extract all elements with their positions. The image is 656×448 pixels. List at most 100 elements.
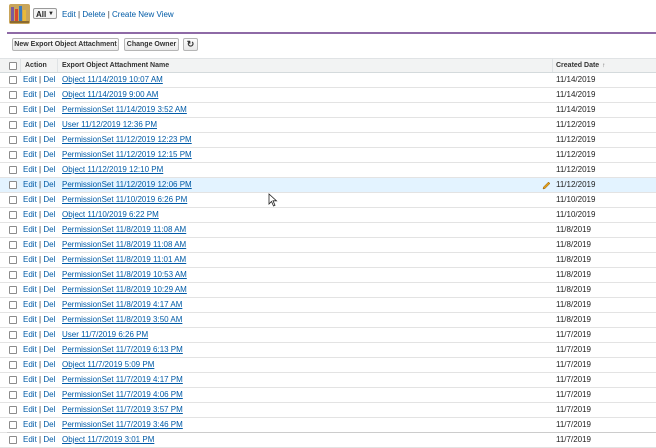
edit-row-link[interactable]: Edit — [23, 255, 37, 264]
delete-row-link[interactable]: Del — [43, 180, 55, 189]
record-name-link[interactable]: User 11/12/2019 12:36 PM — [62, 118, 157, 132]
record-name-link[interactable]: PermissionSet 11/7/2019 3:57 PM — [62, 403, 183, 417]
change-owner-button[interactable]: Change Owner — [124, 38, 179, 51]
edit-row-link[interactable]: Edit — [23, 270, 37, 279]
record-name-link[interactable]: Object 11/10/2019 6:22 PM — [62, 208, 159, 222]
delete-row-link[interactable]: Del — [43, 240, 55, 249]
edit-row-link[interactable]: Edit — [23, 90, 37, 99]
delete-row-link[interactable]: Del — [43, 120, 55, 129]
record-name-link[interactable]: PermissionSet 11/7/2019 4:06 PM — [62, 388, 183, 402]
edit-row-link[interactable]: Edit — [23, 135, 37, 144]
delete-row-link[interactable]: Del — [43, 345, 55, 354]
row-checkbox[interactable] — [9, 271, 17, 279]
edit-row-link[interactable]: Edit — [23, 360, 37, 369]
select-all-checkbox[interactable] — [9, 62, 17, 70]
edit-row-link[interactable]: Edit — [23, 180, 37, 189]
edit-row-link[interactable]: Edit — [23, 315, 37, 324]
row-checkbox[interactable] — [9, 406, 17, 414]
row-checkbox[interactable] — [9, 301, 17, 309]
delete-row-link[interactable]: Del — [43, 285, 55, 294]
delete-row-link[interactable]: Del — [43, 195, 55, 204]
new-export-object-attachment-button[interactable]: New Export Object Attachment — [12, 38, 119, 51]
delete-row-link[interactable]: Del — [43, 330, 55, 339]
delete-row-link[interactable]: Del — [43, 150, 55, 159]
delete-row-link[interactable]: Del — [43, 420, 55, 429]
record-name-link[interactable]: Object 11/14/2019 10:07 AM — [62, 73, 163, 87]
delete-row-link[interactable]: Del — [43, 105, 55, 114]
record-name-link[interactable]: PermissionSet 11/8/2019 4:17 AM — [62, 298, 182, 312]
row-checkbox[interactable] — [9, 226, 17, 234]
refresh-icon[interactable]: ↻ — [183, 38, 198, 51]
row-checkbox[interactable] — [9, 331, 17, 339]
row-checkbox[interactable] — [9, 106, 17, 114]
delete-row-link[interactable]: Del — [43, 300, 55, 309]
record-name-link[interactable]: PermissionSet 11/14/2019 3:52 AM — [62, 103, 187, 117]
record-name-link[interactable]: PermissionSet 11/7/2019 3:46 PM — [62, 418, 183, 432]
record-name-link[interactable]: PermissionSet 11/8/2019 11:01 AM — [62, 253, 186, 267]
edit-row-link[interactable]: Edit — [23, 210, 37, 219]
edit-row-link[interactable]: Edit — [23, 120, 37, 129]
edit-row-link[interactable]: Edit — [23, 240, 37, 249]
edit-row-link[interactable]: Edit — [23, 105, 37, 114]
delete-row-link[interactable]: Del — [43, 165, 55, 174]
delete-row-link[interactable]: Del — [43, 75, 55, 84]
delete-row-link[interactable]: Del — [43, 210, 55, 219]
row-checkbox[interactable] — [9, 76, 17, 84]
record-name-link[interactable]: PermissionSet 11/8/2019 11:08 AM — [62, 238, 186, 252]
edit-row-link[interactable]: Edit — [23, 165, 37, 174]
row-checkbox[interactable] — [9, 181, 17, 189]
edit-row-link[interactable]: Edit — [23, 75, 37, 84]
edit-row-link[interactable]: Edit — [23, 390, 37, 399]
record-name-link[interactable]: User 11/7/2019 6:26 PM — [62, 328, 148, 342]
pencil-edit-icon[interactable] — [542, 181, 551, 190]
row-checkbox[interactable] — [9, 151, 17, 159]
edit-row-link[interactable]: Edit — [23, 435, 37, 444]
record-name-link[interactable]: Object 11/7/2019 3:01 PM — [62, 433, 154, 447]
row-checkbox[interactable] — [9, 196, 17, 204]
delete-row-link[interactable]: Del — [43, 225, 55, 234]
delete-row-link[interactable]: Del — [43, 315, 55, 324]
delete-row-link[interactable]: Del — [43, 390, 55, 399]
delete-row-link[interactable]: Del — [43, 435, 55, 444]
record-name-link[interactable]: PermissionSet 11/10/2019 6:26 PM — [62, 193, 187, 207]
edit-view-link[interactable]: Edit — [62, 10, 76, 19]
record-name-link[interactable]: Object 11/7/2019 5:09 PM — [62, 358, 154, 372]
record-name-link[interactable]: PermissionSet 11/8/2019 3:50 AM — [62, 313, 182, 327]
create-new-view-link[interactable]: Create New View — [112, 10, 174, 19]
edit-row-link[interactable]: Edit — [23, 195, 37, 204]
record-name-link[interactable]: PermissionSet 11/12/2019 12:15 PM — [62, 148, 192, 162]
row-checkbox[interactable] — [9, 421, 17, 429]
record-name-link[interactable]: PermissionSet 11/12/2019 12:23 PM — [62, 133, 192, 147]
record-name-link[interactable]: PermissionSet 11/7/2019 4:17 PM — [62, 373, 183, 387]
record-name-link[interactable]: PermissionSet 11/8/2019 10:29 AM — [62, 283, 187, 297]
edit-row-link[interactable]: Edit — [23, 375, 37, 384]
record-name-link[interactable]: PermissionSet 11/12/2019 12:06 PM — [62, 178, 192, 192]
delete-row-link[interactable]: Del — [43, 90, 55, 99]
edit-row-link[interactable]: Edit — [23, 345, 37, 354]
delete-row-link[interactable]: Del — [43, 255, 55, 264]
edit-row-link[interactable]: Edit — [23, 420, 37, 429]
delete-row-link[interactable]: Del — [43, 375, 55, 384]
name-column-header[interactable]: Export Object Attachment Name — [62, 59, 169, 72]
row-checkbox[interactable] — [9, 121, 17, 129]
row-checkbox[interactable] — [9, 91, 17, 99]
row-checkbox[interactable] — [9, 136, 17, 144]
created-date-column-header[interactable]: Created Date ↑ — [556, 59, 605, 73]
record-name-link[interactable]: Object 11/14/2019 9:00 AM — [62, 88, 158, 102]
delete-row-link[interactable]: Del — [43, 360, 55, 369]
row-checkbox[interactable] — [9, 256, 17, 264]
edit-row-link[interactable]: Edit — [23, 150, 37, 159]
edit-row-link[interactable]: Edit — [23, 300, 37, 309]
record-name-link[interactable]: PermissionSet 11/8/2019 10:53 AM — [62, 268, 187, 282]
row-checkbox[interactable] — [9, 211, 17, 219]
row-checkbox[interactable] — [9, 361, 17, 369]
edit-row-link[interactable]: Edit — [23, 225, 37, 234]
row-checkbox[interactable] — [9, 346, 17, 354]
row-checkbox[interactable] — [9, 436, 17, 444]
row-checkbox[interactable] — [9, 316, 17, 324]
record-name-link[interactable]: Object 11/12/2019 12:10 PM — [62, 163, 163, 177]
row-checkbox[interactable] — [9, 166, 17, 174]
delete-view-link[interactable]: Delete — [82, 10, 105, 19]
delete-row-link[interactable]: Del — [43, 405, 55, 414]
record-name-link[interactable]: PermissionSet 11/8/2019 11:08 AM — [62, 223, 186, 237]
